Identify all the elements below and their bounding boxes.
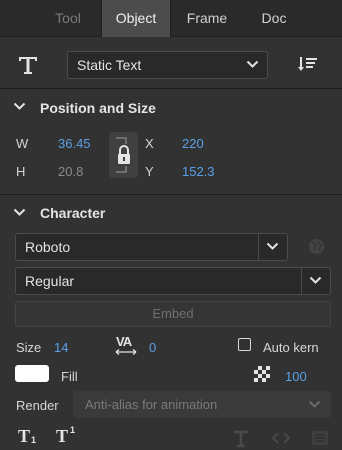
text-type-value: Static Text [77, 57, 142, 73]
transparency-checker-icon [254, 366, 270, 382]
section-title-character: Character [40, 205, 106, 221]
y-value[interactable]: 152.3 [182, 164, 215, 179]
text-tool-icon[interactable] [17, 54, 39, 76]
alpha-value[interactable]: 100 [285, 369, 307, 384]
font-style-select[interactable]: Regular [15, 267, 331, 295]
chevron-down-icon [266, 242, 279, 251]
tab-doc[interactable]: Doc [244, 0, 304, 37]
render-select[interactable]: Anti-alias for animation [73, 391, 331, 418]
font-family-select[interactable]: Roboto [15, 233, 288, 261]
chevron-down-icon [308, 400, 321, 409]
fill-label: Fill [61, 369, 78, 384]
text-frame-icon [233, 430, 249, 448]
text-type-select[interactable]: Static Text [67, 51, 268, 79]
size-value[interactable]: 14 [54, 340, 68, 355]
constrain-proportions-button[interactable] [109, 132, 138, 178]
globe-icon [308, 238, 325, 255]
size-label: Size [16, 340, 42, 355]
chevron-down-icon [246, 60, 259, 69]
height-value[interactable]: 20.8 [58, 164, 83, 179]
subscript-icon[interactable]: T 1 [18, 426, 40, 448]
tab-object[interactable]: Object [101, 0, 171, 37]
font-family-value: Roboto [25, 239, 71, 255]
x-value[interactable]: 220 [182, 136, 204, 151]
width-label: W [16, 136, 29, 151]
font-style-value: Regular [25, 273, 75, 289]
auto-kern-checkbox[interactable] [238, 338, 251, 351]
x-label: X [145, 136, 154, 151]
divider [0, 194, 342, 195]
lock-icon [118, 152, 119, 153]
code-icon [272, 431, 290, 445]
letter-spacing-icon: VA [115, 334, 137, 357]
input-field-icon [311, 430, 329, 446]
collapse-chevron-icon[interactable] [13, 102, 26, 111]
text-options-icon[interactable] [298, 56, 318, 74]
letter-spacing-value[interactable]: 0 [149, 340, 156, 355]
height-label: H [16, 164, 26, 179]
section-title-position-size: Position and Size [40, 100, 156, 116]
tab-tool[interactable]: Tool [38, 0, 98, 37]
superscript-icon[interactable]: T 1 [56, 425, 80, 448]
y-label: Y [145, 164, 154, 179]
width-value[interactable]: 36.45 [58, 136, 91, 151]
tab-frame[interactable]: Frame [173, 0, 241, 37]
embed-button[interactable]: Embed [15, 301, 331, 327]
tab-bar: Tool Object Frame Doc [0, 0, 342, 37]
divider [0, 88, 342, 89]
chevron-down-icon [309, 276, 322, 285]
render-label: Render [16, 398, 59, 413]
auto-kern-label: Auto kern [263, 340, 319, 355]
fill-color-swatch[interactable] [15, 365, 49, 382]
collapse-chevron-icon[interactable] [13, 208, 26, 217]
render-value: Anti-alias for animation [85, 397, 218, 412]
